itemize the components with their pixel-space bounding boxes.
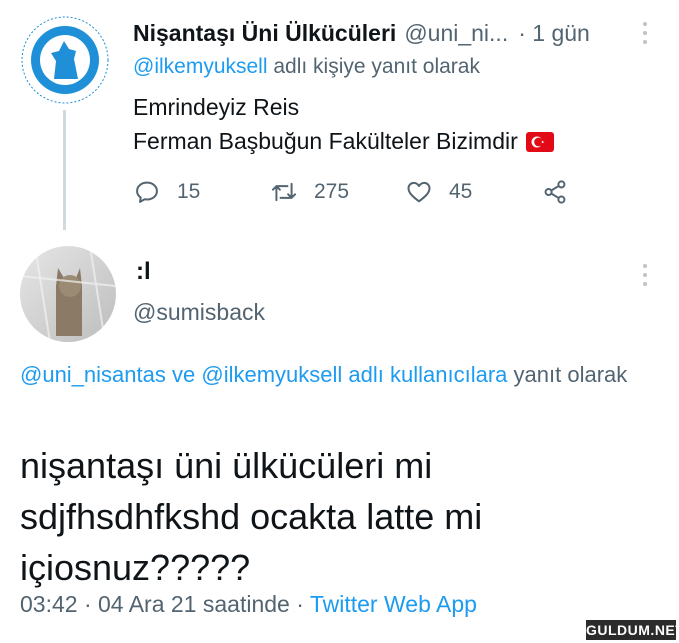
- reply-suffix: yanıt olarak: [513, 362, 628, 387]
- mention-link[interactable]: @uni_nisantas: [20, 362, 166, 387]
- retweet-count: 275: [314, 180, 350, 203]
- tweet-text-line: sdjfhsdhfkshd ocakta latte mi: [20, 496, 483, 537]
- replying-to: @ilkemyuksell adlı kişiye yanıt olarak: [133, 55, 480, 79]
- cat-photo-avatar: [20, 246, 116, 342]
- tweet-timestamp[interactable]: 03:42 · 04 Ara 21 saatinde ·: [20, 591, 304, 617]
- source-link[interactable]: Twitter Web App: [310, 591, 477, 617]
- mention-link[interactable]: @ilkemyuksell: [133, 55, 268, 78]
- reply-suffix: adlı kişiye yanıt olarak: [273, 55, 480, 78]
- share-button[interactable]: [541, 172, 569, 212]
- tweet-metadata: 03:42 · 04 Ara 21 saatinde · Twitter Web…: [20, 591, 477, 618]
- more-icon[interactable]: [636, 20, 654, 46]
- more-icon[interactable]: [636, 262, 654, 288]
- like-button[interactable]: 45: [405, 172, 472, 212]
- heart-icon: [407, 181, 431, 203]
- reply-button[interactable]: 15: [133, 172, 200, 212]
- display-name[interactable]: Nişantaşı Üni Ülkücüleri: [133, 20, 396, 47]
- turkey-flag-emoji: [525, 131, 554, 152]
- retweet-button[interactable]: 275: [270, 172, 349, 212]
- display-name[interactable]: :l: [136, 258, 151, 286]
- tweet-time[interactable]: · 1 gün: [518, 20, 590, 47]
- reply-label[interactable]: adlı kullanıcılara: [348, 362, 507, 387]
- reply-icon: [136, 181, 158, 203]
- wolf-emblem-logo: [19, 14, 111, 106]
- reply-and: ve: [172, 362, 196, 387]
- tweet-actions: 15 275 45: [133, 172, 583, 212]
- tweet-text-line: Ferman Başbuğun Fakülteler Bizimdir: [133, 128, 554, 155]
- user-handle[interactable]: @uni_ni...: [404, 20, 508, 47]
- user-handle[interactable]: @sumisback: [133, 299, 265, 326]
- replying-to: @uni_nisantas ve @ilkemyuksell adlı kull…: [20, 358, 660, 392]
- thread-line: [63, 110, 66, 230]
- mention-link[interactable]: @ilkemyuksell: [201, 362, 342, 387]
- retweet-icon: [271, 182, 297, 202]
- tweet-header: Nişantaşı Üni Ülkücüleri @uni_ni... · 1 …: [133, 16, 653, 50]
- avatar[interactable]: [18, 13, 112, 107]
- watermark: GULDUM.NET: [586, 620, 679, 640]
- tweet-text-line: Emrindeyiz Reis: [133, 94, 300, 120]
- avatar[interactable]: [20, 246, 116, 342]
- tweet-text-line: nişantaşı üni ülkücüleri mi: [20, 445, 433, 486]
- tweet-text-line: içiosnuz?????: [20, 547, 251, 588]
- share-icon: [544, 180, 566, 204]
- tweet-body: nişantaşı üni ülkücüleri mi sdjfhsdhfksh…: [20, 440, 660, 593]
- like-count: 45: [449, 180, 473, 203]
- reply-count: 15: [177, 180, 201, 203]
- tweet-text: Ferman Başbuğun Fakülteler Bizimdir: [133, 128, 518, 154]
